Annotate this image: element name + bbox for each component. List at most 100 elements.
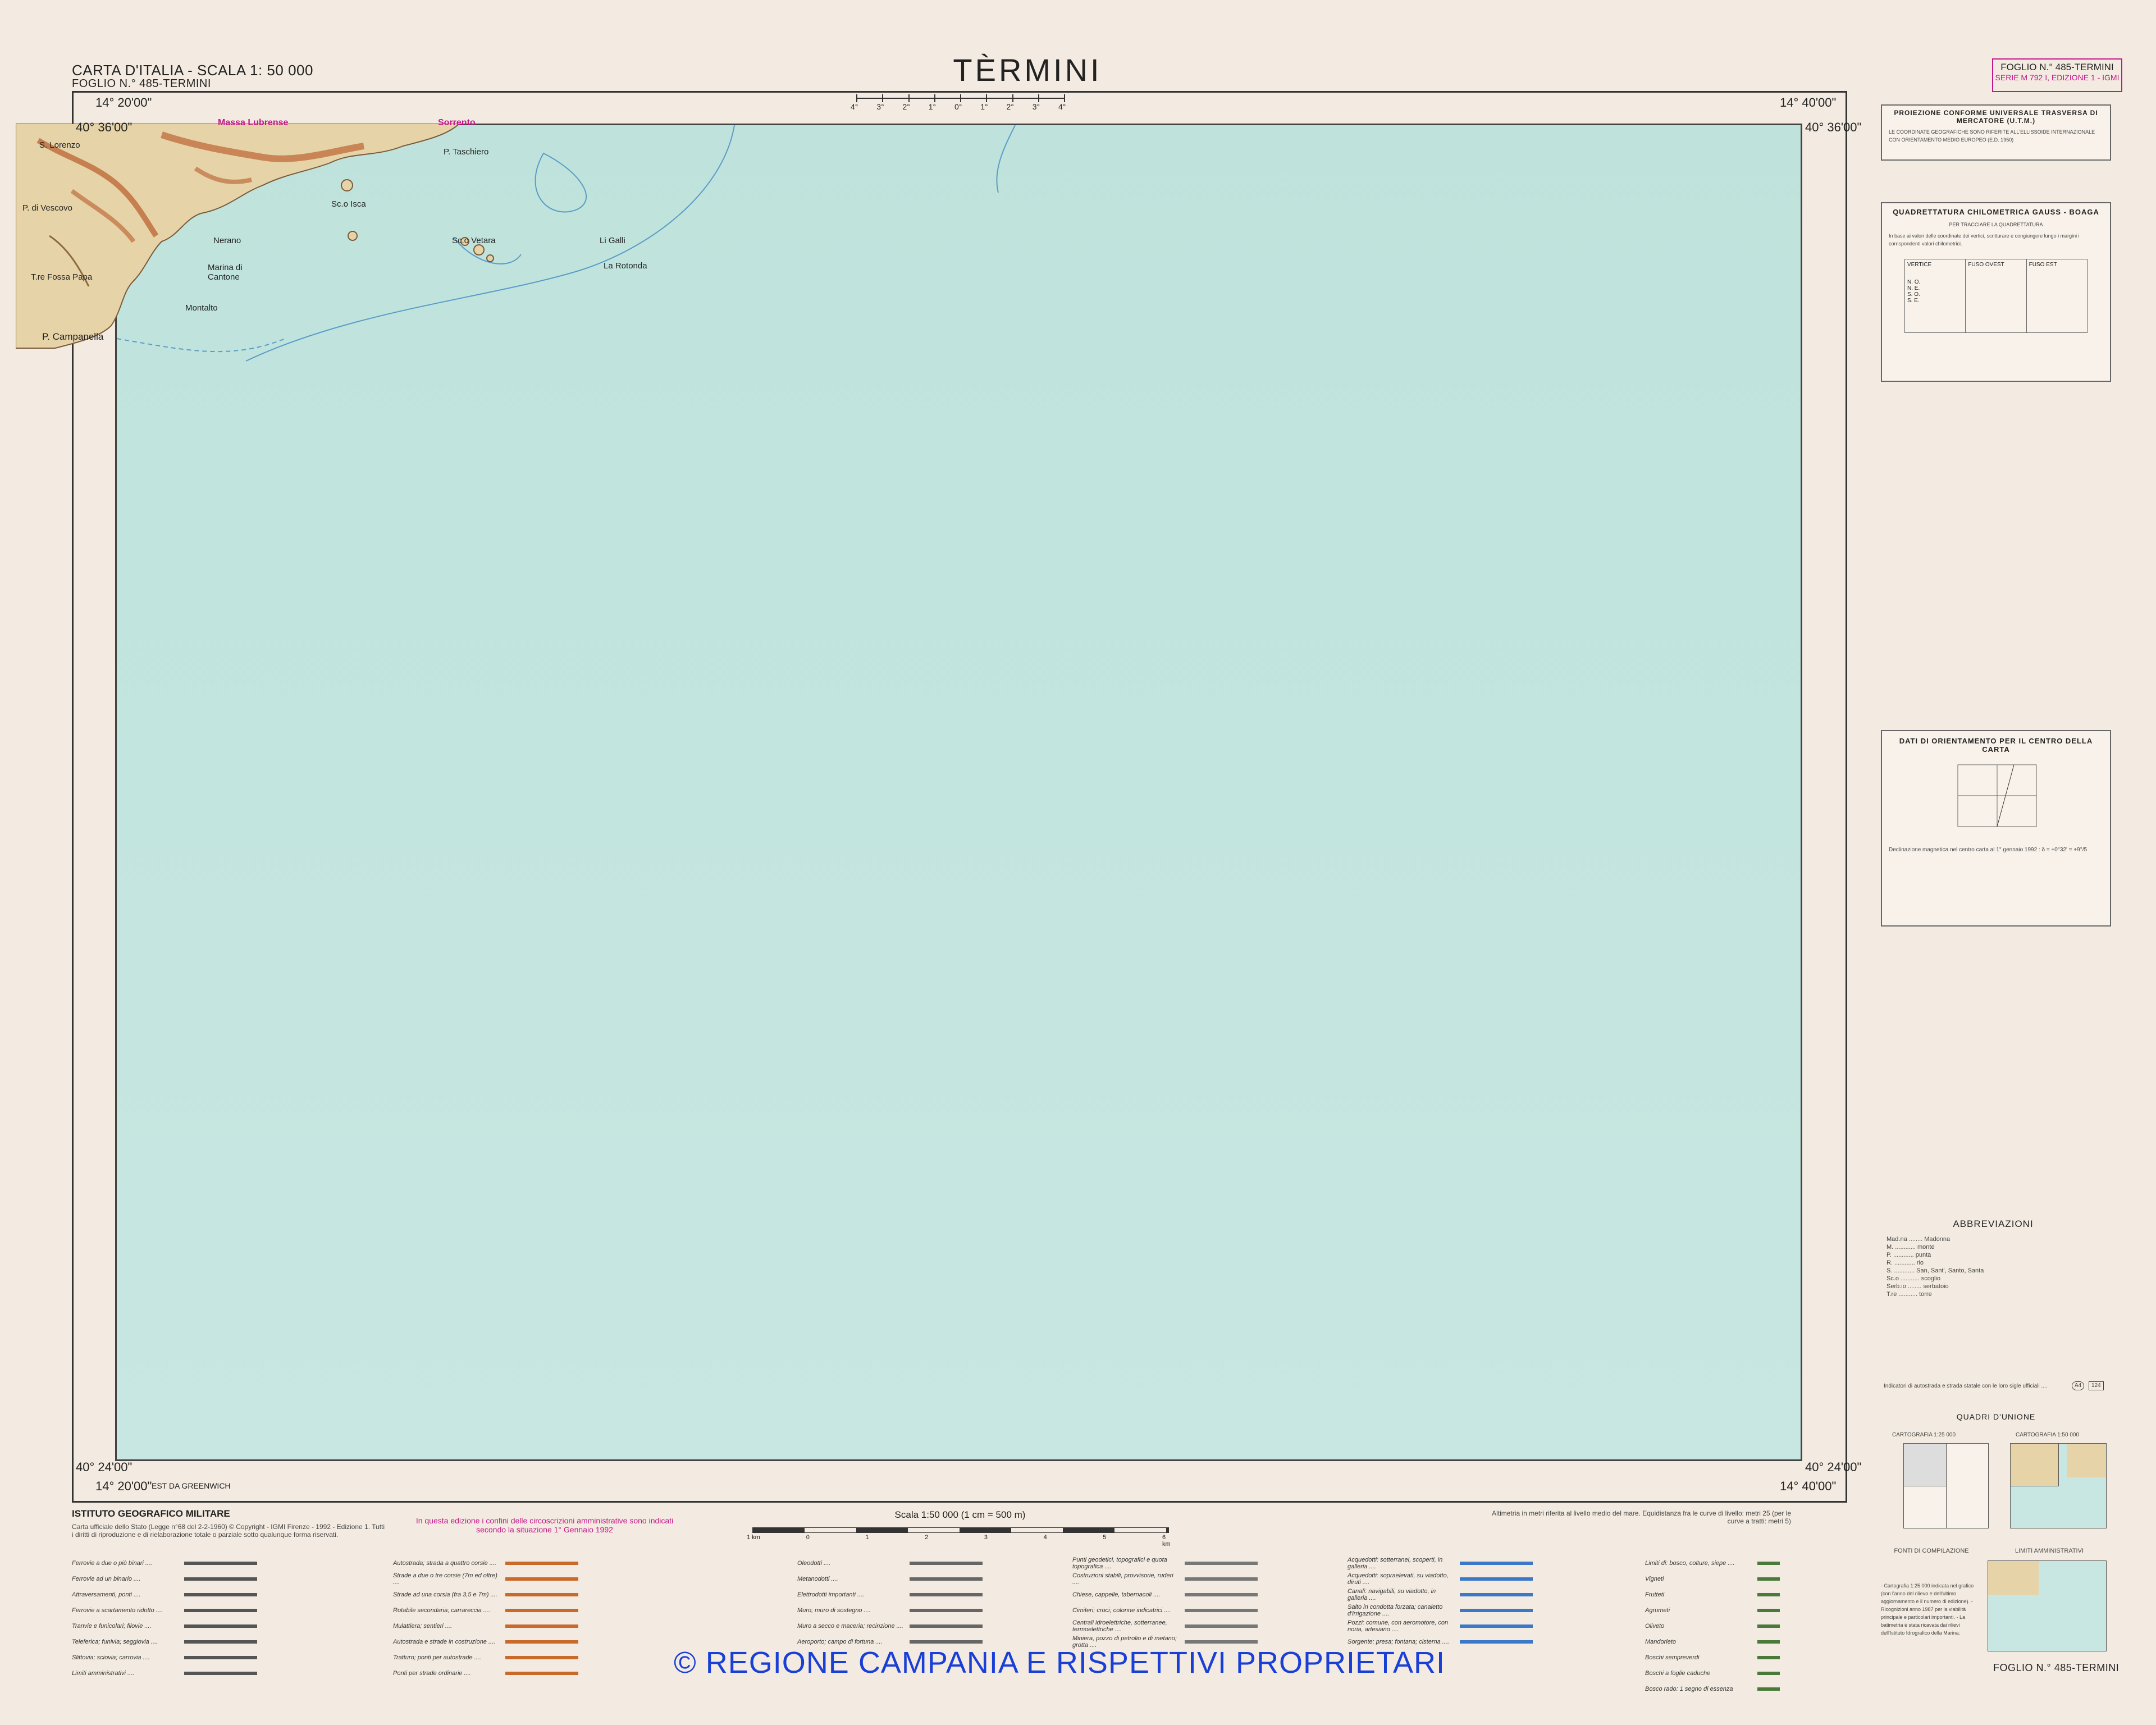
legend-symbol: [1185, 1609, 1258, 1612]
legend-symbol: [1185, 1577, 1258, 1581]
gauss-row-se: S. E.: [1907, 298, 1920, 304]
legend-label: Costruzioni stabili, provvisorie, ruderi…: [1072, 1572, 1173, 1586]
quadri-title: QUADRI D'UNIONE: [1956, 1412, 2036, 1421]
legend-symbol: [184, 1672, 257, 1675]
gauss-row-no: N. O.: [1907, 279, 1921, 285]
legend-row: Frutteti: [1645, 1587, 1847, 1603]
legend-symbol: [505, 1672, 578, 1675]
legend-label: Frutteti: [1645, 1591, 1665, 1598]
quadri-25000-grid: [1903, 1443, 1989, 1528]
legend-symbol: [184, 1640, 257, 1644]
legend-symbol: [1460, 1609, 1533, 1612]
fonti-panel: FONTI DI COMPILAZIONE - Cartografia 1:25…: [1881, 1547, 1982, 1637]
legend-label: Chiese, cappelle, tabernacoli ....: [1072, 1591, 1161, 1598]
legend-symbol: [1757, 1687, 1780, 1691]
legend-label: Metanodotti ....: [797, 1576, 838, 1582]
legend-symbol: [1460, 1577, 1533, 1581]
legend-symbol: [910, 1624, 983, 1628]
legend-label: Strade ad una corsia (fra 3,5 e 7m) ....: [393, 1591, 497, 1598]
legend-label: Pozzi: comune, con aeromotore, con noria…: [1347, 1619, 1449, 1633]
projection-text: LE COORDINATE GEOGRAFICHE SONO RIFERITE …: [1889, 129, 2095, 143]
legend-row: Cimiteri; croci; colonne indicatrici ...…: [1072, 1603, 1331, 1618]
legend-label: Sorgente; presa; fontana; cisterna ....: [1347, 1639, 1449, 1645]
place-nerano: Nerano: [213, 236, 241, 245]
legend-vegetation: Limiti di: bosco, colture, siepe .... Vig…: [1645, 1555, 1847, 1697]
legend-row: Tranvie e funicolari; filovie ....: [72, 1618, 336, 1634]
gauss-col-label: VERTICE: [1907, 262, 1932, 268]
orientation-title: DATI DI ORIENTAMENTO PER IL CENTRO DELLA…: [1899, 737, 2093, 754]
legend-label: Ferrovie a due o più binari ....: [72, 1560, 153, 1567]
sorrento-peninsula: [16, 124, 494, 349]
legend-row: Strade ad una corsia (fra 3,5 e 7m) ....: [393, 1587, 730, 1603]
legend-label: Slittovia; sciovia; carrovia ....: [72, 1654, 150, 1661]
legend-row: Limiti di: bosco, colture, siepe ....: [1645, 1555, 1847, 1571]
legend-symbol: [184, 1593, 257, 1596]
legend-symbol: [1757, 1577, 1780, 1581]
footer-sheet: FOGLIO N.° 485-TERMINI: [1993, 1662, 2120, 1673]
scale-tick-label: 5: [1103, 1534, 1107, 1541]
legend-row: Agrumeti: [1645, 1603, 1847, 1618]
place-montalto: Montalto: [185, 303, 218, 313]
orientation-diagram: [1957, 764, 2037, 827]
legend-water: Acquedotti: sotterranei, scoperti, in ga…: [1347, 1555, 1617, 1650]
legend-label: Aeroporto; campo di fortuna ....: [797, 1639, 883, 1645]
legend-row: Autostrada; strada a quattro corsie ....: [393, 1555, 730, 1571]
fonti-text: - Cartografia 1:25 000 indicata nel graf…: [1881, 1583, 1974, 1636]
indicator-autostrada: A4: [2072, 1381, 2085, 1390]
projection-title: PROIEZIONE CONFORME UNIVERSALE TRASVERSA…: [1894, 109, 2098, 125]
limiti-panel: LIMITI AMMINISTRATIVI: [1988, 1547, 2111, 1651]
legend-symbol: [1185, 1593, 1258, 1596]
edition-note: In questa edizione i confini delle circo…: [415, 1516, 674, 1534]
legend-label: Tratturo; ponti per autostrade ....: [393, 1654, 481, 1661]
coord-top-left-lat: 40° 36'00": [76, 120, 133, 134]
gauss-table: VERTICE N. O. N. E. S. O. S. E. FUSO OVE…: [1904, 259, 2088, 333]
place-sc-isca: Sc.o Isca: [331, 199, 366, 209]
gauss-boaga-panel: QUADRETTATURA CHILOMETRICA GAUSS - BOAGA…: [1881, 202, 2111, 382]
scale-tick-label: 2: [925, 1534, 929, 1541]
scale-tick-label: 4: [1043, 1534, 1047, 1541]
gauss-sub: PER TRACCIARE LA QUADRETTATURA: [1949, 222, 2043, 227]
legend-symbol: [1757, 1593, 1780, 1596]
legend-row: Pozzi: comune, con aeromotore, con noria…: [1347, 1618, 1617, 1634]
legend-symbol: [1757, 1562, 1780, 1565]
legend-label: Cimiteri; croci; colonne indicatrici ...…: [1072, 1607, 1171, 1614]
legend-symbol: [505, 1562, 578, 1565]
gauss-col-label: FUSO EST: [2029, 262, 2057, 268]
legend-row: Strade a due o tre corsie (7m ed oltre) …: [393, 1571, 730, 1587]
legend-row: Acquedotti: sopraelevati, su viadotto, d…: [1347, 1571, 1617, 1587]
place-sc-vetara: Sc.o Vetara: [452, 236, 496, 245]
legend-symbol: [1757, 1672, 1780, 1675]
legend-row: Teleferica; funivia; seggiovia ....: [72, 1634, 336, 1650]
legend-symbol: [1460, 1593, 1533, 1596]
legend-label: Centrali idroelettriche, sotterranee, te…: [1072, 1619, 1167, 1633]
series-title: CARTA D'ITALIA - SCALA 1: 50 000: [72, 62, 313, 79]
legend-utilities: Oleodotti .... Metanodotti .... Elettrodot…: [797, 1555, 1050, 1650]
place-p-campanella: P. Campanella: [42, 331, 104, 342]
legend-label: Tranvie e funicolari; filovie ....: [72, 1623, 152, 1630]
quadri-right-label: CARTOGRAFIA 1:50 000: [2016, 1432, 2080, 1438]
legend-label: Muro a secco e maceria; recinzione ....: [797, 1623, 903, 1630]
legend-symbol: [184, 1562, 257, 1565]
gauss-col-vertice: VERTICE N. O. N. E. S. O. S. E.: [1905, 259, 1966, 332]
indicator-text: Indicatori di autostrada e strada statal…: [1884, 1383, 2048, 1389]
scale-tick-label: 0: [806, 1534, 810, 1541]
legend-label: Muro; muro di sostegno ....: [797, 1607, 871, 1614]
abbreviation-item: R. ............ rio: [1886, 1259, 1924, 1266]
legend-row: Ferrovie a scartamento ridotto ....: [72, 1603, 336, 1618]
map-sheet: CARTA D'ITALIA - SCALA 1: 50 000 FOGLIO …: [0, 0, 2156, 1725]
copyright-watermark: © REGIONE CAMPANIA E RISPETTIVI PROPRIET…: [674, 1646, 1446, 1680]
legend-row: Attraversamenti, ponti ....: [72, 1587, 336, 1603]
legend-buildings: Punti geodetici, topografici e quota top…: [1072, 1555, 1331, 1650]
sheet-line: FOGLIO N.° 485-TERMINI: [72, 77, 211, 90]
legend-railways: Ferrovie a due o più binari .... Ferrovie…: [72, 1555, 336, 1681]
legend-row: Rotabile secondaria; carrareccia ....: [393, 1603, 730, 1618]
scale-tick-label: 6 km: [1162, 1534, 1171, 1548]
legend-label: Boschi a foglie caduche: [1645, 1670, 1711, 1677]
abbreviations-list: Mad.na ........ Madonna M. ............ m…: [1886, 1235, 2100, 1298]
legend-row: Slittovia; sciovia; carrovia ....: [72, 1650, 336, 1665]
legend-symbol: [505, 1609, 578, 1612]
place-massa-lubrense: Massa Lubrense: [218, 118, 289, 127]
legend-symbol: [1757, 1609, 1780, 1612]
legend-label: Attraversamenti, ponti ....: [72, 1591, 141, 1598]
legend-label: Canali: navigabili, su viadotto, in gall…: [1347, 1588, 1436, 1601]
